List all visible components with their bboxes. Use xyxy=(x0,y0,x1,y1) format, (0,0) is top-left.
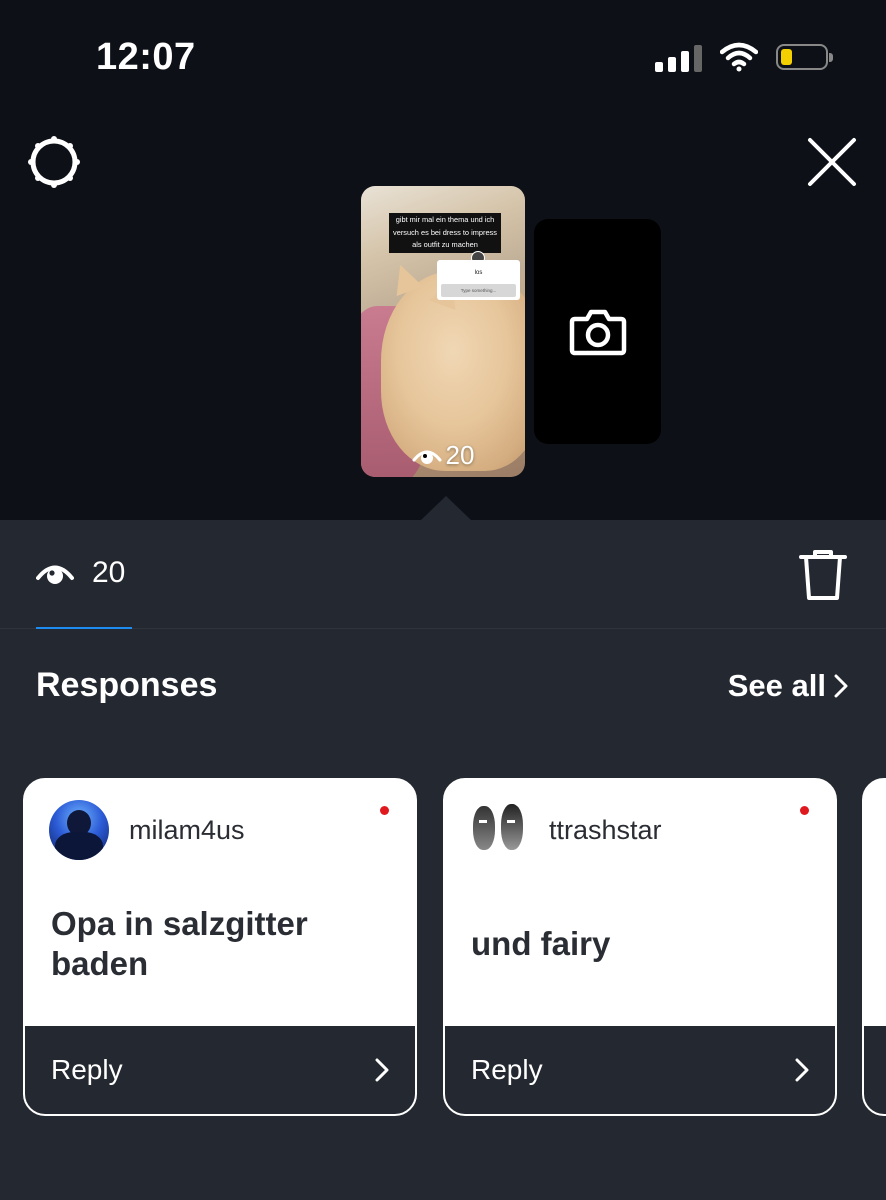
avatar[interactable] xyxy=(49,800,109,860)
eye-icon xyxy=(36,565,74,584)
reply-label: Reply xyxy=(51,1054,123,1085)
question-answer-placeholder: Type something... xyxy=(441,284,516,297)
responses-title: Responses xyxy=(36,666,218,704)
chevron-right-icon xyxy=(375,1058,389,1082)
sheet-notch xyxy=(420,496,472,521)
reply-label: Reply xyxy=(471,1054,543,1085)
tab-viewers[interactable]: 20 xyxy=(36,556,125,590)
response-card[interactable]: milam4us Opa in salzgitter baden Reply xyxy=(23,778,417,1116)
story-thumbnail[interactable]: gibt mir mal ein thema und ich versuch e… xyxy=(361,186,525,477)
camera-icon xyxy=(569,309,626,355)
gear-icon[interactable] xyxy=(26,134,82,190)
avatar[interactable] xyxy=(469,800,529,860)
viewer-count: 20 xyxy=(92,556,126,589)
response-header: milam4us xyxy=(49,800,245,860)
unread-dot xyxy=(380,806,389,815)
response-text: und fairy xyxy=(471,925,611,962)
close-icon[interactable] xyxy=(806,136,858,188)
eye-icon xyxy=(412,450,442,464)
reply-button[interactable]: Reply xyxy=(445,1026,835,1114)
status-icons xyxy=(655,42,833,72)
response-username[interactable]: ttrashstar xyxy=(549,815,662,846)
see-all-label: See all xyxy=(727,668,826,703)
question-text: los xyxy=(474,270,483,276)
add-story-camera-button[interactable] xyxy=(534,219,661,444)
chevron-right-icon xyxy=(834,674,848,698)
response-header: ttrashstar xyxy=(469,800,662,860)
story-caption: gibt mir mal ein thema und ich versuch e… xyxy=(389,213,501,253)
response-card-peek[interactable] xyxy=(862,778,886,1116)
cellular-signal-icon xyxy=(655,42,702,72)
active-tab-indicator xyxy=(36,627,132,629)
wifi-icon xyxy=(720,42,758,72)
status-time: 12:07 xyxy=(96,36,196,78)
reply-button[interactable]: Reply xyxy=(25,1026,415,1114)
thumb-views: 20 xyxy=(361,440,525,471)
response-card[interactable]: ttrashstar und fairy Reply xyxy=(443,778,837,1116)
question-sticker: los Type something... xyxy=(437,260,520,300)
trash-icon[interactable] xyxy=(798,548,848,602)
thumb-view-count: 20 xyxy=(445,440,475,470)
response-username[interactable]: milam4us xyxy=(129,815,245,846)
unread-dot xyxy=(800,806,809,815)
response-text: Opa in salzgitter baden xyxy=(51,905,308,982)
see-all-link[interactable]: See all xyxy=(728,668,848,704)
chevron-right-icon xyxy=(795,1058,809,1082)
battery-icon xyxy=(776,44,833,70)
tab-divider xyxy=(0,628,886,629)
